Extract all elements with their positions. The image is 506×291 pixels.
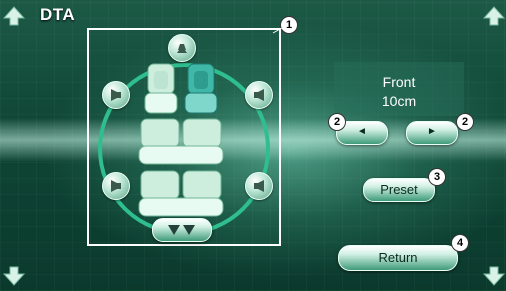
subwoofer-button[interactable] bbox=[152, 218, 212, 242]
increase-button[interactable]: ► bbox=[406, 121, 458, 145]
callout-1-leader bbox=[272, 28, 283, 34]
seat-rear-bench[interactable] bbox=[138, 170, 224, 218]
return-label: Return bbox=[378, 250, 418, 265]
preset-label: Preset bbox=[380, 182, 418, 197]
speaker-left-icon bbox=[111, 180, 121, 192]
position-label: Front bbox=[382, 74, 416, 90]
callout-2-right: 2 bbox=[456, 113, 474, 131]
seat-front-left[interactable] bbox=[144, 63, 178, 115]
speaker-rear-right-button[interactable] bbox=[245, 172, 273, 200]
speaker-right-icon bbox=[254, 180, 264, 192]
seat-middle-bench[interactable] bbox=[138, 118, 224, 166]
speaker-right-icon bbox=[254, 89, 264, 101]
speaker-front-icon bbox=[177, 44, 187, 53]
dta-screen: DTA Front 10cm ◄ ► Preset Return 1 2 2 3… bbox=[0, 0, 506, 291]
callout-4: 4 bbox=[451, 234, 469, 252]
speaker-front-right-button[interactable] bbox=[245, 81, 273, 109]
right-arrow-icon: ► bbox=[427, 126, 437, 137]
callout-3: 3 bbox=[428, 168, 446, 186]
scroll-down-right-icon[interactable] bbox=[483, 266, 505, 286]
screen-title: DTA bbox=[40, 5, 76, 24]
scroll-up-right-icon[interactable] bbox=[483, 6, 505, 26]
scroll-down-left-icon[interactable] bbox=[3, 266, 25, 286]
position-info-panel: Front 10cm bbox=[334, 62, 464, 116]
left-arrow-icon: ◄ bbox=[357, 126, 367, 137]
scroll-up-left-icon[interactable] bbox=[3, 6, 25, 26]
callout-2-left: 2 bbox=[328, 113, 346, 131]
return-button[interactable]: Return bbox=[338, 245, 458, 271]
seat-front-right[interactable] bbox=[184, 63, 218, 115]
speaker-front-center-button[interactable] bbox=[168, 34, 196, 62]
speaker-left-icon bbox=[111, 89, 121, 101]
preset-button[interactable]: Preset bbox=[363, 178, 435, 202]
distance-value: 10cm bbox=[381, 93, 417, 109]
speaker-rear-left-button[interactable] bbox=[102, 172, 130, 200]
subwoofer-icon bbox=[168, 225, 195, 235]
speaker-front-left-button[interactable] bbox=[102, 81, 130, 109]
